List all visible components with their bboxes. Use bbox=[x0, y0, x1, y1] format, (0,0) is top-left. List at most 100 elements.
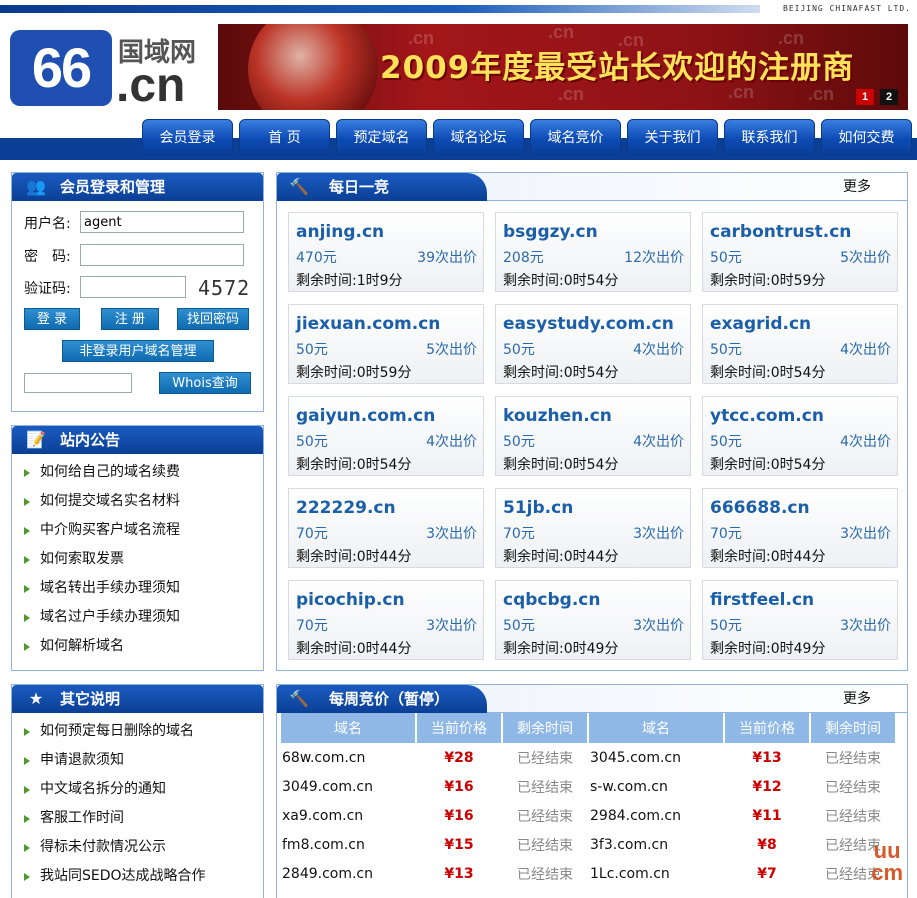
other-item[interactable]: 得标未付款情况公示 bbox=[12, 833, 263, 862]
nav-reserve-domain[interactable]: 预定域名 bbox=[336, 119, 427, 155]
auction-card[interactable]: picochip.cn 70元 3次出价 剩余时间:0时44分 bbox=[288, 580, 484, 660]
weekly-domain[interactable]: 3049.com.cn bbox=[281, 772, 415, 801]
auction-remaining-time: 剩余时间:0时44分 bbox=[710, 549, 826, 565]
password-input[interactable] bbox=[80, 244, 244, 266]
logo-tld: .cn bbox=[116, 59, 186, 112]
auction-domain[interactable]: cqbcbg.cn bbox=[503, 590, 600, 610]
auction-price: 50元 bbox=[710, 250, 742, 266]
auction-bid-count: 5次出价 bbox=[840, 250, 891, 266]
auction-domain[interactable]: 51jb.cn bbox=[503, 498, 573, 518]
weekly-status: 已经结束 bbox=[517, 866, 573, 883]
daily-more-link[interactable]: 更多 bbox=[843, 173, 871, 201]
captcha-image[interactable]: 4572 bbox=[198, 276, 250, 300]
auction-card[interactable]: cqbcbg.cn 50元 3次出价 剩余时间:0时49分 bbox=[495, 580, 691, 660]
arrow-bullet-icon bbox=[24, 757, 30, 765]
promo-banner[interactable]: .cn .cn .cn .cn .cn .cn .cn 2009年度最受站长欢迎… bbox=[218, 24, 908, 110]
auction-card[interactable]: 51jb.cn 70元 3次出价 剩余时间:0时44分 bbox=[495, 488, 691, 568]
auction-card[interactable]: exagrid.cn 50元 4次出价 剩余时间:0时54分 bbox=[702, 304, 898, 384]
nav-member-login[interactable]: 会员登录 bbox=[142, 119, 233, 155]
notice-item[interactable]: 如何提交域名实名材料 bbox=[12, 487, 263, 516]
nav-auction[interactable]: 域名竞价 bbox=[530, 119, 621, 155]
auction-price: 70元 bbox=[296, 618, 328, 634]
other-item[interactable]: 我站同SEDO达成战略合作 bbox=[12, 862, 263, 891]
arrow-bullet-icon bbox=[24, 873, 30, 881]
auction-domain[interactable]: 222229.cn bbox=[296, 498, 396, 518]
banner-page-2[interactable]: 2 bbox=[880, 89, 898, 105]
auction-card[interactable]: 666688.cn 70元 3次出价 剩余时间:0时44分 bbox=[702, 488, 898, 568]
auction-domain[interactable]: easystudy.com.cn bbox=[503, 314, 674, 334]
notice-item[interactable]: 域名过户手续办理须知 bbox=[12, 603, 263, 632]
auction-card[interactable]: gaiyun.com.cn 50元 4次出价 剩余时间:0时54分 bbox=[288, 396, 484, 476]
auction-card[interactable]: easystudy.com.cn 50元 4次出价 剩余时间:0时54分 bbox=[495, 304, 691, 384]
whois-button[interactable]: Whois查询 bbox=[159, 372, 251, 394]
auction-domain[interactable]: gaiyun.com.cn bbox=[296, 406, 435, 426]
weekly-more-link[interactable]: 更多 bbox=[843, 685, 871, 713]
auction-card[interactable]: kouzhen.cn 50元 4次出价 剩余时间:0时54分 bbox=[495, 396, 691, 476]
auction-domain[interactable]: ytcc.com.cn bbox=[710, 406, 824, 426]
notepad-icon: 📝 bbox=[26, 430, 46, 449]
banner-page-1[interactable]: 1 bbox=[856, 89, 874, 105]
weekly-domain[interactable]: xa9.com.cn bbox=[281, 801, 415, 830]
nav-about[interactable]: 关于我们 bbox=[627, 119, 718, 155]
weekly-domain[interactable]: 68w.com.cn bbox=[281, 743, 415, 772]
auction-domain[interactable]: 666688.cn bbox=[710, 498, 810, 518]
auction-card[interactable]: 222229.cn 70元 3次出价 剩余时间:0时44分 bbox=[288, 488, 484, 568]
table-row: fm8.com.cn ¥15 已经结束 3f3.com.cn ¥8 已经结束 bbox=[281, 830, 895, 859]
auction-card[interactable]: firstfeel.cn 50元 3次出价 剩余时间:0时49分 bbox=[702, 580, 898, 660]
weekly-domain[interactable]: 2849.com.cn bbox=[281, 859, 415, 888]
register-button[interactable]: 注 册 bbox=[101, 308, 159, 330]
auction-domain[interactable]: jiexuan.com.cn bbox=[296, 314, 440, 334]
whois-input[interactable] bbox=[24, 373, 132, 393]
weekly-domain[interactable]: 3045.com.cn bbox=[589, 743, 723, 772]
notice-panel: 📝 站内公告 如何给自己的域名续费 如何提交域名实名材料 中介购买客户域名流程 … bbox=[11, 425, 264, 671]
auction-card[interactable]: ytcc.com.cn 50元 4次出价 剩余时间:0时54分 bbox=[702, 396, 898, 476]
username-input[interactable] bbox=[80, 211, 244, 233]
nonlogin-domain-manage-button[interactable]: 非登录用户域名管理 bbox=[62, 340, 214, 362]
auction-card[interactable]: bsggzy.cn 208元 12次出价 剩余时间:0时54分 bbox=[495, 212, 691, 292]
other-list: 如何预定每日删除的域名 申请退款须知 中文域名拆分的通知 客服工作时间 得标未付… bbox=[12, 713, 263, 891]
auction-domain[interactable]: firstfeel.cn bbox=[710, 590, 814, 610]
weekly-domain[interactable]: 1Lc.com.cn bbox=[589, 859, 723, 888]
auction-card[interactable]: carbontrust.cn 50元 5次出价 剩余时间:0时59分 bbox=[702, 212, 898, 292]
other-item[interactable]: 如何预定每日删除的域名 bbox=[12, 717, 263, 746]
other-item[interactable]: 客服工作时间 bbox=[12, 804, 263, 833]
nav-payment[interactable]: 如何交费 bbox=[821, 119, 912, 155]
weekly-status: 已经结束 bbox=[825, 808, 881, 825]
site-logo[interactable]: 66 国域网 .cn bbox=[10, 26, 210, 112]
weekly-status: 已经结束 bbox=[825, 779, 881, 796]
nav-forum[interactable]: 域名论坛 bbox=[433, 119, 524, 155]
other-item[interactable]: 申请退款须知 bbox=[12, 746, 263, 775]
captcha-input[interactable] bbox=[80, 276, 186, 298]
auction-remaining-time: 剩余时间:0时54分 bbox=[710, 365, 826, 381]
login-button[interactable]: 登 录 bbox=[24, 308, 80, 330]
daily-auction-panel: 🔨 每日一竞 更多 anjing.cn 470元 39次出价 剩余时间:1时9分 bsg… bbox=[276, 172, 908, 671]
weekly-domain[interactable]: s-w.com.cn bbox=[589, 772, 723, 801]
nav-contact[interactable]: 联系我们 bbox=[724, 119, 815, 155]
notice-item[interactable]: 中介购买客户域名流程 bbox=[12, 516, 263, 545]
auction-domain[interactable]: anjing.cn bbox=[296, 222, 384, 242]
weekly-auction-panel: 🔨 每周竞价（暂停） 更多 域名 当前价格 剩余时间 域名 当前价格 剩余时间 … bbox=[276, 684, 908, 898]
auction-domain[interactable]: picochip.cn bbox=[296, 590, 405, 610]
weekly-domain[interactable]: 2984.com.cn bbox=[589, 801, 723, 830]
other-item[interactable]: 中文域名拆分的通知 bbox=[12, 775, 263, 804]
auction-domain[interactable]: exagrid.cn bbox=[710, 314, 811, 334]
auction-domain[interactable]: bsggzy.cn bbox=[503, 222, 598, 242]
weekly-domain[interactable]: fm8.com.cn bbox=[281, 830, 415, 859]
auction-bid-count: 39次出价 bbox=[417, 250, 477, 266]
notice-item[interactable]: 如何解析域名 bbox=[12, 632, 263, 661]
auction-remaining-time: 剩余时间:0时49分 bbox=[710, 641, 826, 657]
nav-home[interactable]: 首 页 bbox=[239, 119, 330, 155]
banner-pager: 1 2 bbox=[856, 89, 898, 105]
notice-item[interactable]: 如何给自己的域名续费 bbox=[12, 458, 263, 487]
auction-domain[interactable]: carbontrust.cn bbox=[710, 222, 851, 242]
password-row: 密 码: bbox=[24, 246, 71, 266]
recover-password-button[interactable]: 找回密码 bbox=[177, 308, 249, 330]
notice-item[interactable]: 如何索取发票 bbox=[12, 545, 263, 574]
login-panel: 👥 会员登录和管理 用户名: 密 码: 验证码: 4572 登 录 注 册 找回… bbox=[11, 172, 264, 412]
weekly-domain[interactable]: 3f3.com.cn bbox=[589, 830, 723, 859]
notice-item[interactable]: 域名转出手续办理须知 bbox=[12, 574, 263, 603]
auction-domain[interactable]: kouzhen.cn bbox=[503, 406, 612, 426]
weekly-status: 已经结束 bbox=[825, 750, 881, 767]
auction-card[interactable]: anjing.cn 470元 39次出价 剩余时间:1时9分 bbox=[288, 212, 484, 292]
auction-card[interactable]: jiexuan.com.cn 50元 5次出价 剩余时间:0时59分 bbox=[288, 304, 484, 384]
